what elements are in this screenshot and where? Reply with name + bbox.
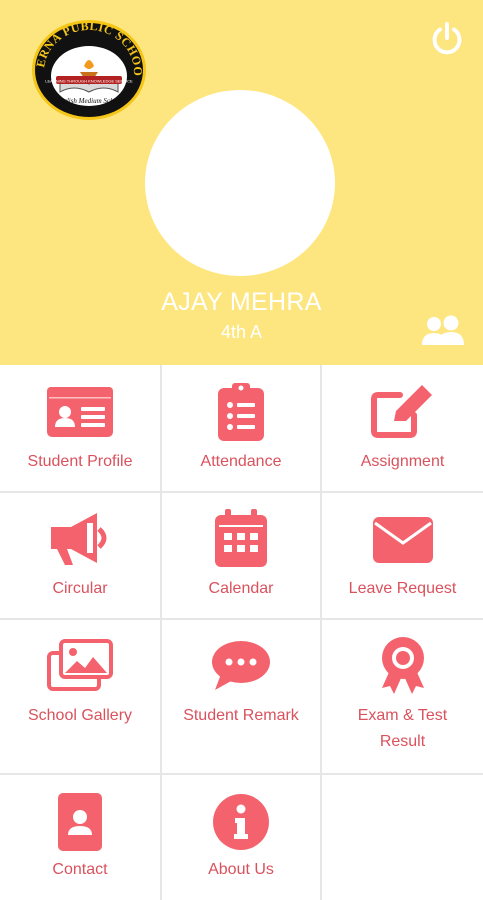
school-gallery-tile[interactable]: School Gallery xyxy=(0,620,162,775)
contact-label: Contact xyxy=(52,861,108,878)
empty-tile xyxy=(322,775,483,900)
student-profile-tile[interactable]: Student Profile xyxy=(0,365,162,493)
student-class: 4th A xyxy=(220,322,263,342)
student-remark-tile[interactable]: Student Remark xyxy=(162,620,322,775)
about-us-label: About Us xyxy=(208,861,274,878)
megaphone-icon xyxy=(47,511,113,567)
logo-ribbon-text: LEARNING THROUGH KNOWLEDGE SERVICE xyxy=(45,79,133,84)
clipboard-list-icon xyxy=(218,383,264,441)
assignment-label: Assignment xyxy=(360,453,445,470)
leave-request-tile[interactable]: Leave Request xyxy=(322,493,483,620)
calendar-tile[interactable]: Calendar xyxy=(162,493,322,620)
power-icon[interactable] xyxy=(429,21,465,57)
student-remark-label: Student Remark xyxy=(183,707,299,724)
logo-bottom-text: English Medium School xyxy=(55,97,123,105)
circular-tile[interactable]: Circular xyxy=(0,493,162,620)
award-icon xyxy=(380,636,426,696)
info-icon xyxy=(212,793,270,851)
exam-result-label-line2: Result xyxy=(379,733,426,750)
school-logo: PRERNA PUBLIC SCHOOL LEARNING THROUGH KN… xyxy=(30,18,148,122)
envelope-icon xyxy=(372,517,433,563)
images-icon xyxy=(47,637,113,691)
student-profile-label: Student Profile xyxy=(27,453,133,470)
school-gallery-label: School Gallery xyxy=(27,707,133,724)
circular-label: Circular xyxy=(52,580,108,597)
student-name: AJAY MEHRA xyxy=(161,288,322,316)
attendance-label: Attendance xyxy=(200,453,282,470)
calendar-label: Calendar xyxy=(208,580,274,597)
exam-result-tile[interactable]: Exam & Test Result xyxy=(322,620,483,775)
calendar-icon xyxy=(215,509,267,567)
exam-result-label-line1: Exam & Test xyxy=(357,707,448,724)
avatar[interactable] xyxy=(145,90,335,276)
switch-student-icon[interactable] xyxy=(420,313,466,349)
assignment-tile[interactable]: Assignment xyxy=(322,365,483,493)
attendance-tile[interactable]: Attendance xyxy=(162,365,322,493)
id-card-icon xyxy=(47,387,113,437)
edit-icon xyxy=(370,383,436,441)
chat-bubble-icon xyxy=(211,640,271,692)
contact-tile[interactable]: Contact xyxy=(0,775,162,900)
menu-grid: Student Profile Attendance Assignment Ci… xyxy=(0,365,483,900)
profile-header: PRERNA PUBLIC SCHOOL LEARNING THROUGH KN… xyxy=(0,0,483,365)
about-us-tile[interactable]: About Us xyxy=(162,775,322,900)
contact-card-icon xyxy=(58,793,102,851)
leave-request-label: Leave Request xyxy=(348,580,457,597)
